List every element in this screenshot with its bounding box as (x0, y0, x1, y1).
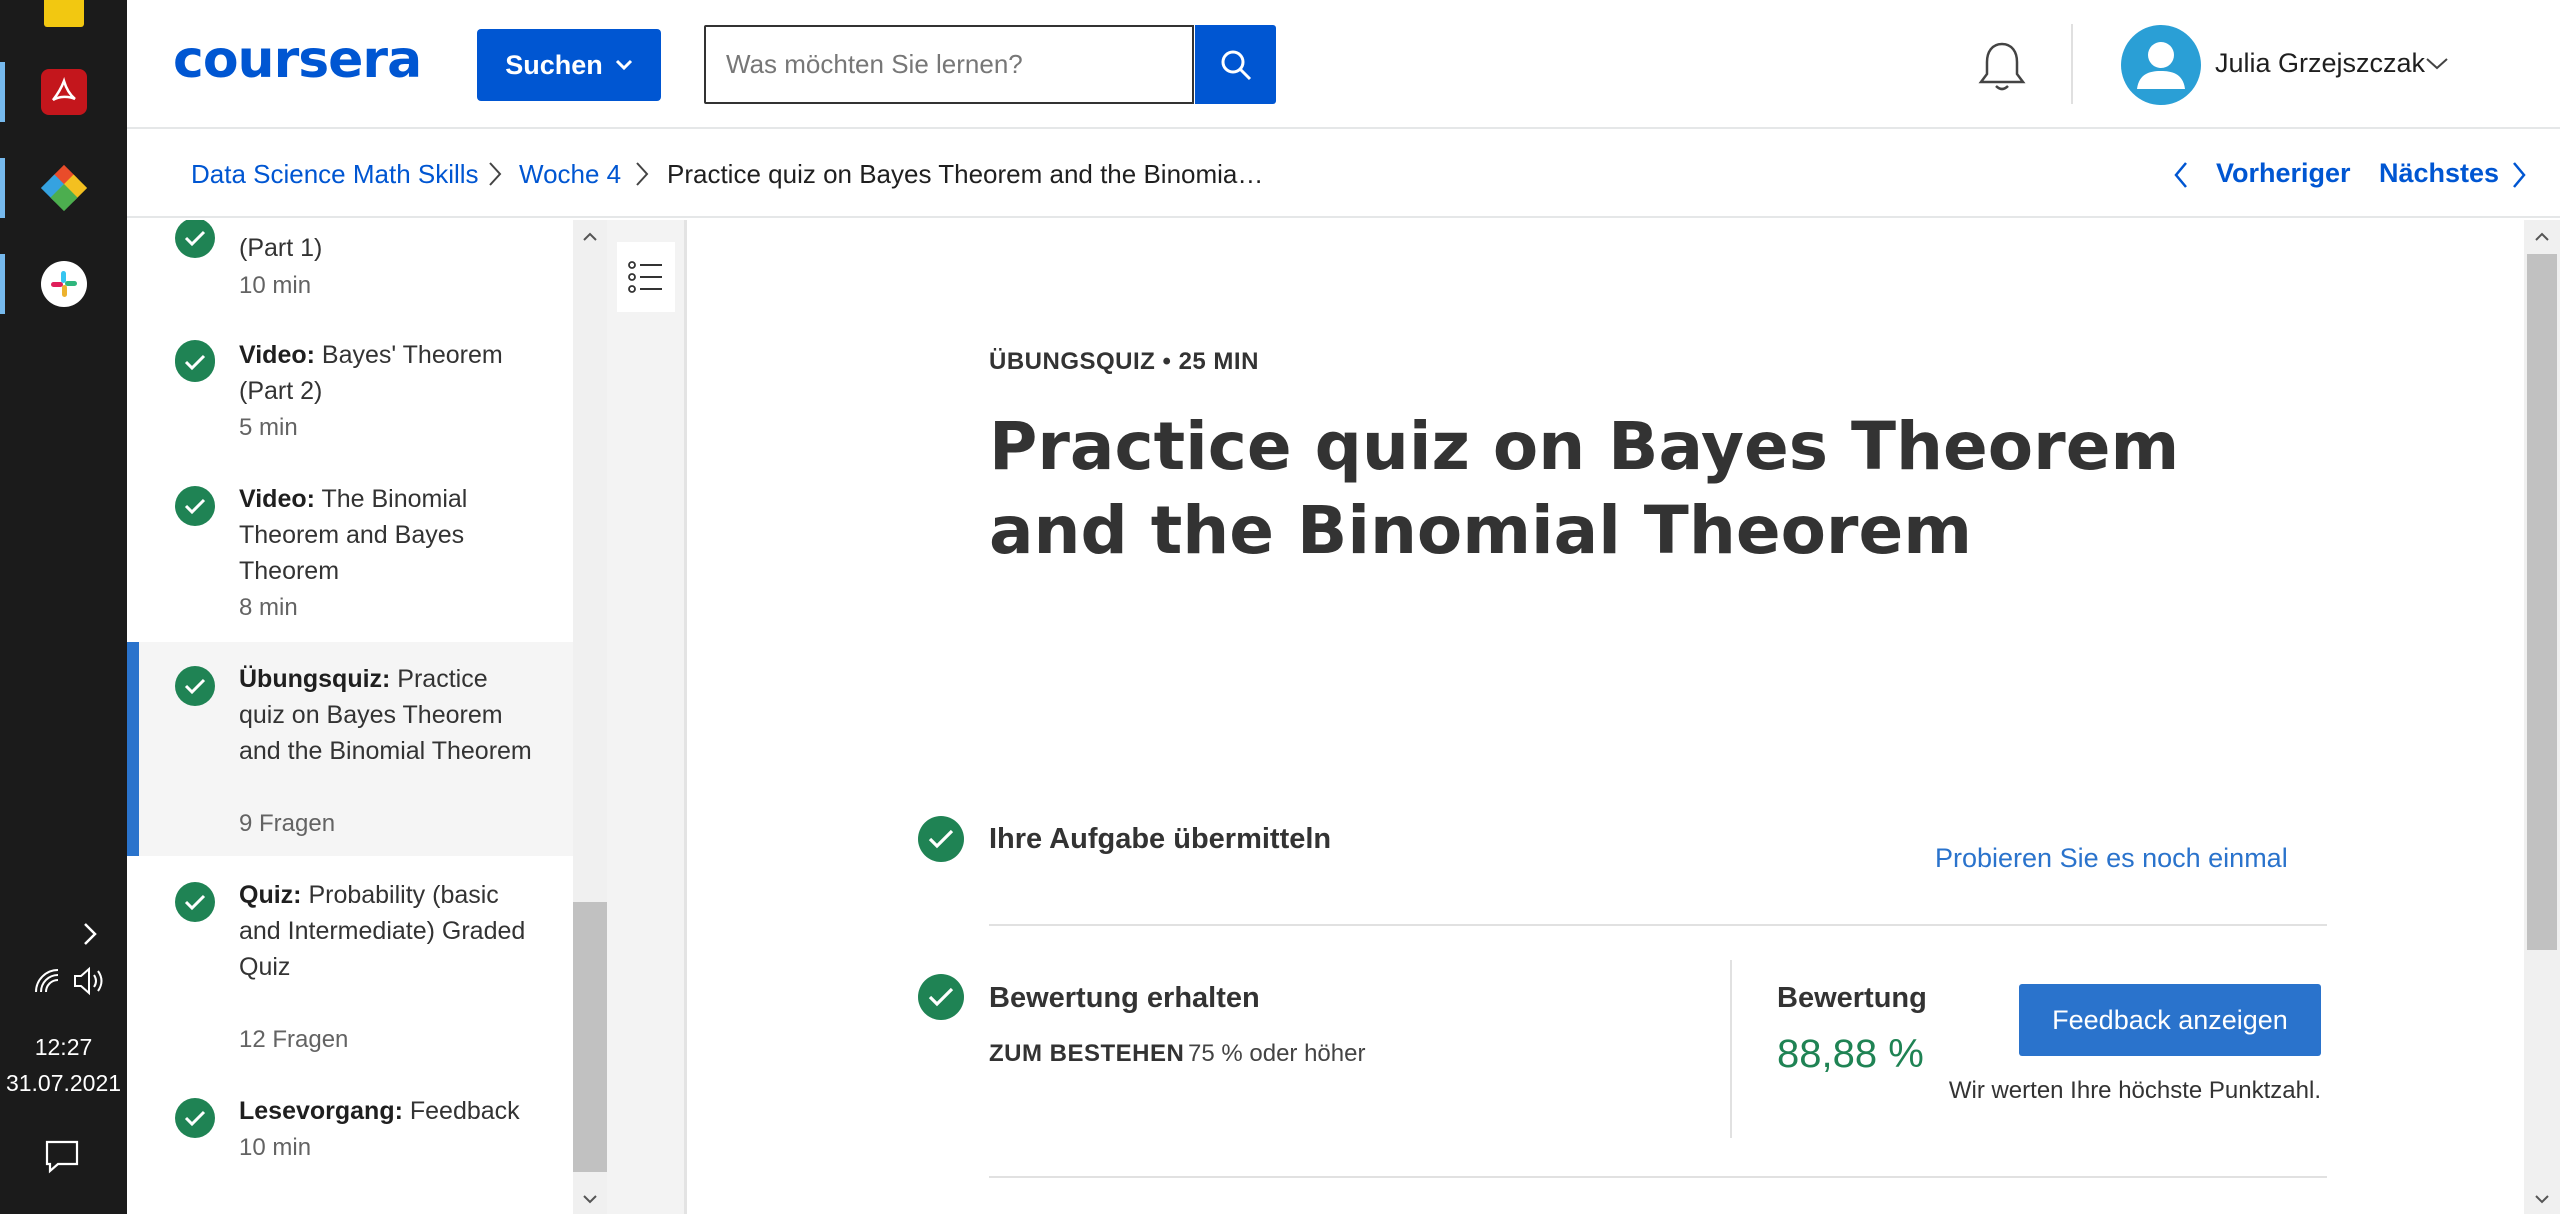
search-button[interactable] (1195, 25, 1276, 104)
windows-taskbar: 12:27 31.07.2021 (0, 0, 127, 1214)
header-divider (2071, 24, 2073, 104)
sidebar-scroll-thumb[interactable] (573, 902, 607, 1172)
item-meta: 10 min (239, 272, 312, 299)
step-submit-title: Ihre Aufgabe übermitteln (989, 823, 1332, 855)
breadcrumb-week-link[interactable]: Woche 4 (519, 159, 621, 190)
item-title: (Part 1) (239, 234, 323, 262)
toc-rail (607, 220, 687, 1214)
grade-label: Bewertung (1777, 982, 1927, 1014)
list-item[interactable]: (Part 1) 10 min (127, 220, 573, 340)
divider (989, 924, 2327, 926)
item-title[interactable]: Video: Bayes' Theorem (Part 2) (239, 337, 539, 409)
file-explorer-icon (43, 0, 84, 27)
breadcrumb-course-link[interactable]: Data Science Math Skills (191, 159, 479, 190)
step-grade-title: Bewertung erhalten (989, 982, 1260, 1014)
scroll-up-arrow-icon[interactable] (573, 222, 607, 252)
list-icon (628, 261, 662, 293)
explore-menu-button[interactable]: Suchen (477, 29, 661, 101)
taskbar-slack[interactable] (0, 242, 127, 326)
completed-check-icon (175, 666, 215, 706)
item-kicker: ÜBUNGSQUIZ • 25 MIN (989, 348, 1259, 375)
paint-app-icon (40, 164, 87, 212)
breadcrumb-chevron-right-icon (489, 162, 502, 186)
search-icon (1221, 50, 1251, 80)
clock-date[interactable]: 31.07.2021 (0, 1070, 127, 1097)
scroll-down-arrow-icon[interactable] (2524, 1184, 2560, 1214)
main-content: ÜBUNGSQUIZ • 25 MIN Practice quiz on Bay… (690, 220, 2524, 1214)
taskbar-paint-app[interactable] (0, 146, 127, 230)
completed-check-icon (175, 220, 215, 258)
scroll-down-arrow-icon[interactable] (573, 1184, 607, 1214)
coursera-logo[interactable]: coursera (173, 30, 422, 90)
item-title[interactable]: Übungsquiz: Practice quiz on Bayes Theor… (239, 661, 539, 769)
network-icon[interactable] (32, 966, 62, 1001)
toggle-outline-button[interactable] (617, 242, 675, 312)
completed-check-icon (175, 486, 215, 526)
chevron-left-icon[interactable] (2173, 160, 2189, 190)
user-avatar[interactable] (2121, 25, 2201, 105)
clock-time[interactable]: 12:27 (0, 1034, 127, 1061)
completed-check-icon (175, 342, 215, 382)
breadcrumb-current: Practice quiz on Bayes Theorem and the B… (667, 159, 1264, 189)
show-hidden-icons-chevron-icon[interactable] (80, 920, 100, 953)
chevron-down-icon (615, 59, 632, 71)
user-name[interactable]: Julia Grzejszczak (2215, 48, 2425, 79)
item-meta: 8 min (239, 594, 298, 621)
taskbar-file-explorer[interactable] (0, 0, 127, 54)
completed-check-icon (918, 816, 964, 862)
divider-vertical (1730, 960, 1732, 1138)
try-again-link[interactable]: Probieren Sie es noch einmal (1935, 843, 2288, 874)
completed-check-icon (175, 882, 215, 922)
main-scrollbar[interactable] (2524, 220, 2560, 1214)
main-scroll-thumb[interactable] (2527, 254, 2557, 950)
scroll-up-arrow-icon[interactable] (2524, 222, 2560, 252)
taskbar-acrobat[interactable] (0, 50, 127, 134)
slack-icon (40, 261, 87, 307)
page-title: Practice quiz on Bayes Theorem and the B… (989, 408, 2180, 569)
running-indicator (0, 62, 5, 122)
pass-label: ZUM BESTEHEN (989, 1040, 1185, 1067)
volume-icon[interactable] (72, 966, 108, 1001)
top-header: coursera Suchen Was möchten Sie lernen? … (127, 0, 2560, 129)
item-title[interactable]: Lesevorgang: Feedback (239, 1093, 539, 1129)
breadcrumb-chevron-right-icon (636, 162, 649, 186)
search-input[interactable]: Was möchten Sie lernen? (704, 25, 1194, 104)
chevron-right-icon[interactable] (2511, 160, 2527, 190)
notifications-bell-icon[interactable] (1977, 40, 2027, 99)
highest-score-note: Wir werten Ihre höchste Punktzahl. (1948, 1077, 2321, 1104)
breadcrumb: Data Science Math Skills Woche 4 Practic… (127, 131, 2560, 218)
item-meta: 12 Fragen (239, 1026, 349, 1053)
item-meta: 9 Fragen (239, 810, 336, 837)
view-feedback-button[interactable]: Feedback anzeigen (2019, 984, 2321, 1056)
completed-check-icon (918, 974, 964, 1020)
running-indicator (0, 254, 5, 314)
running-indicator (0, 158, 5, 218)
item-meta: 10 min (239, 1134, 312, 1161)
item-meta: 5 min (239, 414, 298, 441)
user-menu-chevron-down-icon[interactable] (2425, 56, 2449, 77)
item-title[interactable]: Quiz: Probability (basic and Intermediat… (239, 877, 539, 985)
next-item-link[interactable]: Nächstes (2379, 158, 2499, 189)
acrobat-icon (40, 69, 87, 115)
user-icon (2137, 42, 2185, 89)
notification-center-icon[interactable] (44, 1138, 80, 1179)
grade-value: 88,88 % (1777, 1032, 1924, 1076)
divider (989, 1176, 2327, 1178)
lesson-list: (Part 1) 10 min Video: Bayes' Theorem (P… (127, 220, 573, 1214)
pass-value: 75 % oder höher (1188, 1040, 1366, 1067)
previous-item-link[interactable]: Vorheriger (2216, 158, 2351, 189)
completed-check-icon (175, 1098, 215, 1138)
sidebar-scrollbar[interactable] (573, 220, 607, 1214)
explore-menu-label: Suchen (505, 49, 603, 80)
item-title[interactable]: Video: The Binomial Theorem and Bayes Th… (239, 481, 539, 589)
